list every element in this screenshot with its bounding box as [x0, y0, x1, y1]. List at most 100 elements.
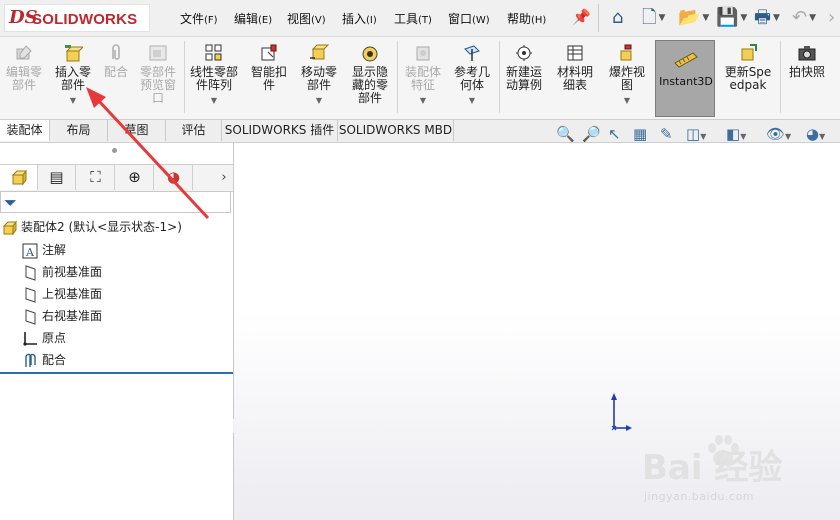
filter-icon[interactable]: ⏷ — [4, 193, 17, 213]
instant3d-label: Instant3D — [659, 75, 713, 88]
mate-button[interactable]: 配合 — [100, 41, 132, 117]
display-manager-icon: ◕ — [166, 168, 181, 186]
exploded-view-button[interactable]: 爆炸视图 ▼ — [604, 41, 650, 117]
view-orientation-icon[interactable]: ◫▼ — [686, 124, 706, 144]
open-folder-icon[interactable]: 📂 ▼ — [678, 5, 709, 31]
tree-item-right-plane[interactable]: 右视基准面 — [22, 306, 102, 326]
tree-item-label: 原点 — [42, 331, 67, 345]
dimxpert-icon: ⊕ — [128, 168, 141, 186]
tab-property-manager[interactable]: ▤ — [38, 165, 76, 190]
panel-splitter-grip[interactable] — [112, 148, 117, 153]
show-hidden-label: 显示隐藏的零部件 — [351, 65, 388, 105]
exploded-view-label: 爆炸视图 — [608, 65, 645, 92]
insert-component-label: 插入零部件 — [54, 65, 91, 92]
tab-display-manager[interactable]: ◕ — [155, 165, 193, 190]
tree-item-origin[interactable]: 原点 — [22, 328, 66, 348]
menu-tools[interactable]: 工具(T) — [394, 10, 432, 27]
tab-layout[interactable]: 布局 — [50, 120, 108, 141]
move-component-button[interactable]: 移动零部件 ▼ — [296, 41, 342, 117]
edit-component-button[interactable]: 编辑零部件 — [2, 41, 46, 117]
plane-icon — [25, 264, 36, 281]
reference-geometry-button[interactable]: 参考几何体 ▼ — [448, 41, 496, 117]
menu-insert-label: 插入 — [342, 12, 367, 26]
show-hidden-icon — [362, 46, 378, 62]
snapshot-button[interactable]: 拍快照 — [784, 41, 830, 117]
new-motion-study-button[interactable]: 新建运动算例 — [502, 41, 546, 117]
update-speedpak-button[interactable]: 更新Speedpak — [720, 41, 776, 117]
smart-fasteners-label: 智能扣件 — [250, 65, 287, 92]
speedpak-icon — [741, 44, 757, 61]
panel-tabs: ▤ ⛶ ⊕ ◕ › — [0, 164, 233, 192]
ribbon-separator — [184, 41, 185, 113]
plane-icon — [25, 308, 36, 325]
new-document-icon[interactable]: 🗋 ▼ — [642, 5, 665, 31]
chevron-down-icon: ▼ — [419, 96, 427, 105]
tab-dimxpert-manager[interactable]: ⊕ — [116, 165, 154, 190]
pin-icon[interactable]: 📌 — [572, 8, 591, 26]
tree-item-front-plane[interactable]: 前视基准面 — [22, 262, 102, 282]
assembly-features-button[interactable]: 装配体特征 ▼ — [400, 41, 446, 117]
tree-item-mates[interactable]: 配合 — [22, 350, 66, 370]
menu-insert-key: (I) — [366, 15, 377, 26]
undo-icon[interactable]: ↶ ▼ — [792, 5, 816, 31]
tree-item-label: 上视基准面 — [42, 287, 103, 301]
chevron-right-icon[interactable]: › — [216, 165, 232, 190]
tab-configuration-manager[interactable]: ⛶ — [77, 165, 115, 190]
linear-pattern-button[interactable]: 线性零部件阵列 ▼ — [186, 41, 242, 117]
tab-solidworks-mbd[interactable]: SOLIDWORKS MBD — [338, 120, 454, 141]
reference-geometry-icon — [464, 45, 480, 61]
appearance-icon[interactable]: ◕▼ — [806, 124, 825, 144]
tab-sketch[interactable]: 草图 — [108, 120, 166, 141]
bom-label: 材料明细表 — [556, 65, 593, 92]
menu-help-label: 帮助 — [507, 12, 532, 26]
ribbon-separator — [499, 41, 500, 113]
tree-filter-bar[interactable]: ⏷ — [0, 191, 231, 213]
menu-edit-label: 编辑 — [234, 12, 259, 26]
tab-assembly[interactable]: 装配体 — [0, 120, 50, 141]
save-icon[interactable]: 💾 ▼ — [716, 5, 747, 31]
tab-evaluate[interactable]: 评估 — [166, 120, 222, 141]
component-preview-button[interactable]: 零部件预览窗口 — [134, 41, 182, 117]
tree-root-assembly[interactable]: 装配体2 (默认<显示状态-1>) — [2, 218, 182, 236]
home-icon[interactable]: ⌂ — [612, 5, 623, 31]
chevron-down-icon: ▼ — [773, 13, 780, 23]
insert-component-button[interactable]: 插入零部件 ▼ — [48, 41, 98, 117]
solidworks-logo[interactable]: DS SOLIDWORKS — [4, 4, 150, 32]
menu-view-label: 视图 — [287, 12, 312, 26]
watermark-brand: Bai 经验 — [642, 448, 783, 488]
menu-view[interactable]: 视图(V) — [287, 10, 326, 27]
tab-feature-manager[interactable] — [0, 165, 38, 190]
tree-item-top-plane[interactable]: 上视基准面 — [22, 284, 102, 304]
zoom-to-fit-icon[interactable]: 🔍 — [556, 124, 575, 144]
dynamic-annotation-icon[interactable]: ✎ — [660, 124, 673, 144]
chevron-down-icon: ▼ — [315, 96, 323, 105]
show-hidden-components-button[interactable]: 显示隐藏的零部件 — [346, 41, 394, 117]
menu-file[interactable]: 文件(F) — [180, 10, 218, 27]
print-icon[interactable]: 🖶 ▼ — [754, 5, 780, 31]
hide-show-items-icon[interactable]: 👁▼ — [766, 124, 791, 144]
bom-button[interactable]: 材料明细表 — [552, 41, 598, 117]
previous-view-icon[interactable]: ↖ — [608, 124, 621, 144]
instant3d-icon — [674, 52, 698, 68]
property-manager-icon: ▤ — [49, 168, 64, 186]
smart-fasteners-button[interactable]: 智能扣件 — [246, 41, 292, 117]
menu-help[interactable]: 帮助(H) — [507, 10, 546, 27]
tree-item-annotations[interactable]: A 注解 — [22, 240, 66, 260]
tree-item-label: 前视基准面 — [42, 265, 103, 279]
tree-item-label: 注解 — [42, 243, 67, 257]
move-component-icon — [310, 44, 329, 60]
chevron-down-icon: ▼ — [809, 13, 817, 23]
baidu-watermark: Bai 经验 jingyan.baidu.com — [642, 432, 832, 514]
instant3d-button[interactable]: Instant3D — [655, 40, 715, 117]
section-view-icon[interactable]: ▦ — [633, 124, 647, 144]
snapshot-label: 拍快照 — [788, 65, 825, 79]
annotation-icon: A — [22, 243, 38, 259]
display-style-icon[interactable]: ◧▼ — [726, 124, 746, 144]
menu-insert[interactable]: 插入(I) — [342, 10, 377, 27]
zoom-to-area-icon[interactable]: 🔎 — [582, 124, 601, 144]
menu-window[interactable]: 窗口(W) — [448, 10, 490, 27]
redo-icon[interactable]: › — [828, 5, 835, 31]
menu-edit[interactable]: 编辑(E) — [234, 10, 272, 27]
tab-solidworks-addins[interactable]: SOLIDWORKS 插件 — [222, 120, 338, 141]
menu-view-key: (V) — [311, 15, 326, 26]
